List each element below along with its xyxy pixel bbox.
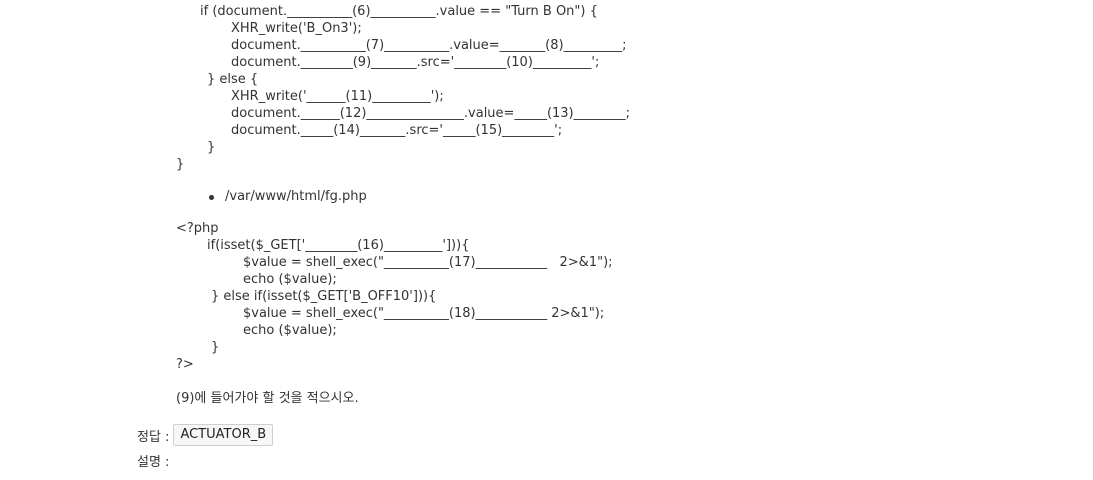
code-line: XHR_write('______(11)_________');: [231, 89, 444, 104]
bullet-dot-icon: [209, 195, 214, 200]
bullet-item-text: /var/www/html/fg.php: [225, 189, 367, 204]
php-line: } else if(isset($_GET['B_OFF10'])){: [211, 289, 437, 304]
php-line: <?php: [176, 221, 219, 236]
php-line: echo ($value);: [243, 272, 337, 287]
code-line: } else {: [207, 72, 259, 87]
code-line: document.________(9)_______.src='_______…: [231, 55, 600, 70]
code-line: }: [207, 140, 216, 155]
php-line: $value = shell_exec("__________(18)_____…: [243, 306, 605, 321]
answer-label: 정답 :: [137, 429, 170, 445]
code-line: }: [176, 157, 185, 172]
php-line: $value = shell_exec("__________(17)_____…: [243, 255, 613, 270]
answer-value: ACTUATOR_B: [173, 424, 274, 446]
question-text: (9)에 들어가야 할 것을 적으시오.: [176, 391, 359, 406]
php-line: echo ($value);: [243, 323, 337, 338]
php-line: ?>: [176, 357, 194, 372]
code-line: XHR_write('B_On3');: [231, 21, 362, 36]
code-line: if (document.__________(6)__________.val…: [200, 4, 598, 19]
answer-row: 정답 : ACTUATOR_B: [137, 424, 274, 446]
explanation-label: 설명 :: [137, 455, 170, 470]
code-line: document._____(14)_______.src='_____(15)…: [231, 123, 563, 138]
code-line: document.__________(7)__________.value=_…: [231, 38, 627, 53]
code-line: document.______(12)_______________.value…: [231, 106, 631, 121]
php-line: if(isset($_GET['________(16)_________'])…: [207, 238, 470, 253]
php-line: }: [211, 340, 220, 355]
